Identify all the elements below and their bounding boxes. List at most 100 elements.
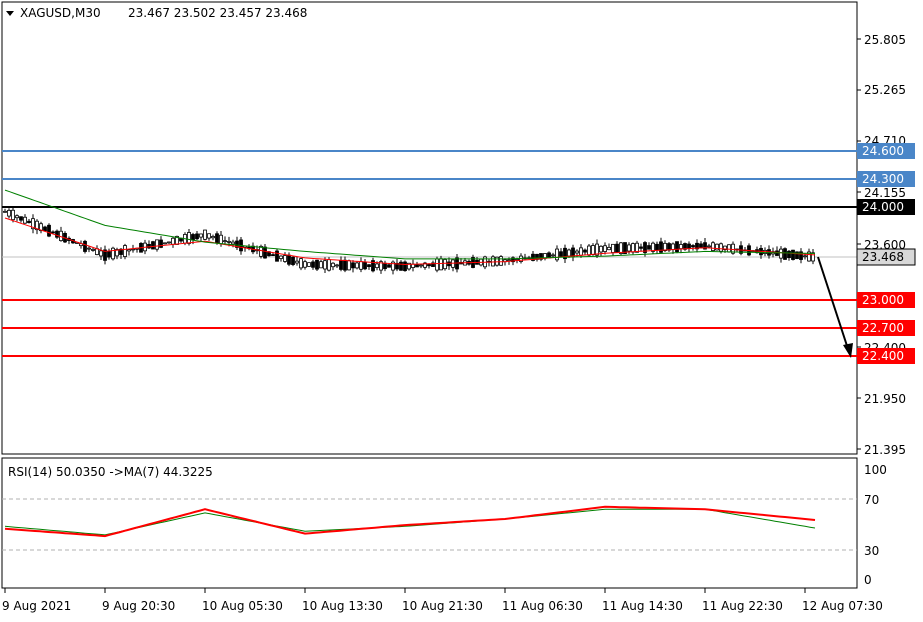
- candle-body: [51, 231, 55, 234]
- candle-body: [507, 259, 511, 262]
- candle-body: [603, 245, 607, 252]
- candle-body: [447, 261, 451, 267]
- candle-body: [367, 264, 371, 267]
- candle-body: [439, 258, 443, 271]
- candle-body: [575, 250, 579, 254]
- candle-body: [383, 262, 387, 270]
- candle-body: [15, 215, 19, 219]
- candle-body: [691, 245, 695, 248]
- candle-body: [215, 233, 219, 244]
- candle-body: [783, 248, 787, 260]
- candle-body: [567, 249, 571, 257]
- candle-body: [263, 246, 267, 259]
- candle-body: [19, 216, 23, 221]
- candle-body: [387, 264, 391, 268]
- time-axis: 9 Aug 2021 9 Aug 20:30 10 Aug 05:30 10 A…: [2, 599, 883, 613]
- candle-body: [719, 243, 723, 252]
- candle-body: [399, 261, 403, 271]
- candle-body: [227, 240, 231, 243]
- candle-body: [283, 255, 287, 262]
- candle-body: [151, 241, 155, 250]
- candle-body: [631, 243, 635, 253]
- candle-body: [303, 261, 307, 268]
- candle-body: [275, 250, 279, 262]
- candle-body: [171, 237, 175, 245]
- rsi-tick-label: 70: [864, 493, 879, 507]
- candle-body: [359, 261, 363, 270]
- level-tag-label: 24.600: [862, 144, 904, 158]
- candle-body: [203, 229, 207, 240]
- candle-body: [427, 263, 431, 267]
- candle-body: [615, 243, 619, 253]
- candle-body: [715, 243, 719, 251]
- time-axis-ticks: [4, 588, 806, 593]
- candle-body: [343, 259, 347, 271]
- candle-body: [599, 245, 603, 253]
- candle-body: [7, 209, 11, 217]
- candle-body: [811, 252, 815, 262]
- candle-body: [123, 245, 127, 257]
- level-tag-label: 23.000: [862, 293, 904, 307]
- candle-body: [639, 246, 643, 249]
- candle-body: [579, 247, 583, 256]
- candle-body: [671, 243, 675, 250]
- candle-body: [711, 242, 715, 251]
- candle-body: [55, 230, 59, 238]
- time-tick-label: 10 Aug 13:30: [302, 599, 383, 613]
- candle-body: [499, 256, 503, 266]
- candle-body: [403, 261, 407, 272]
- candle-body: [91, 248, 95, 251]
- current-price-label: 23.468: [862, 250, 904, 264]
- time-tick-label: 11 Aug 14:30: [602, 599, 683, 613]
- candle-body: [611, 243, 615, 253]
- rsi-tick-label: 30: [864, 544, 879, 558]
- candle-body: [219, 234, 223, 245]
- candle-body: [415, 263, 419, 268]
- candle-body: [779, 248, 783, 259]
- candle-body: [687, 243, 691, 249]
- candle-body: [27, 220, 31, 224]
- price-tick-label: 25.805: [864, 33, 906, 47]
- candle-body: [163, 242, 167, 245]
- time-tick-label: 9 Aug 2021: [2, 599, 71, 613]
- rsi-tick-label: 100: [864, 463, 887, 477]
- price-tick-label: 24.155: [864, 186, 906, 200]
- price-tick-label: 21.950: [864, 392, 906, 406]
- candle-body: [587, 245, 591, 256]
- candle-body: [591, 245, 595, 256]
- symbol-label: XAGUSD,M30: [20, 6, 101, 20]
- price-axis-ticks: [857, 38, 861, 450]
- candle-body: [339, 260, 343, 270]
- candle-body: [607, 246, 611, 251]
- candle-body: [787, 250, 791, 259]
- candle-body: [211, 236, 215, 239]
- candle-body: [315, 259, 319, 270]
- level-tag-label: 24.000: [862, 200, 904, 214]
- candle-body: [23, 216, 27, 224]
- candle-body: [363, 261, 367, 270]
- candle-body: [155, 239, 159, 250]
- time-tick-label: 11 Aug 22:30: [702, 599, 783, 613]
- rsi-axis: 100 70 30 0: [864, 463, 887, 587]
- candle-body: [187, 232, 191, 244]
- candle-body: [655, 243, 659, 251]
- candle-body: [647, 245, 651, 250]
- candle-body: [559, 251, 563, 257]
- candle-body: [707, 245, 711, 248]
- candle-body: [323, 260, 327, 270]
- candle-body: [223, 240, 227, 243]
- time-tick-label: 9 Aug 20:30: [102, 599, 175, 613]
- ohlc-values: 23.467 23.502 23.457 23.468: [128, 6, 307, 20]
- candle-body: [43, 226, 47, 232]
- trading-chart: XAGUSD,M30 23.467 23.502 23.457 23.468 2…: [1, 1, 916, 613]
- price-tick-label: 25.265: [864, 83, 906, 97]
- candle-body: [495, 256, 499, 266]
- candle-body: [319, 261, 323, 269]
- time-tick-label: 12 Aug 07:30: [802, 599, 883, 613]
- price-axis: 25.805 25.265 24.710 24.155 23.600 22.40…: [864, 33, 906, 457]
- candle-body: [3, 210, 7, 213]
- candle-body: [231, 241, 235, 245]
- candle-body: [335, 264, 339, 267]
- level-tag-label: 24.300: [862, 172, 904, 186]
- rsi-tick-label: 0: [864, 573, 872, 587]
